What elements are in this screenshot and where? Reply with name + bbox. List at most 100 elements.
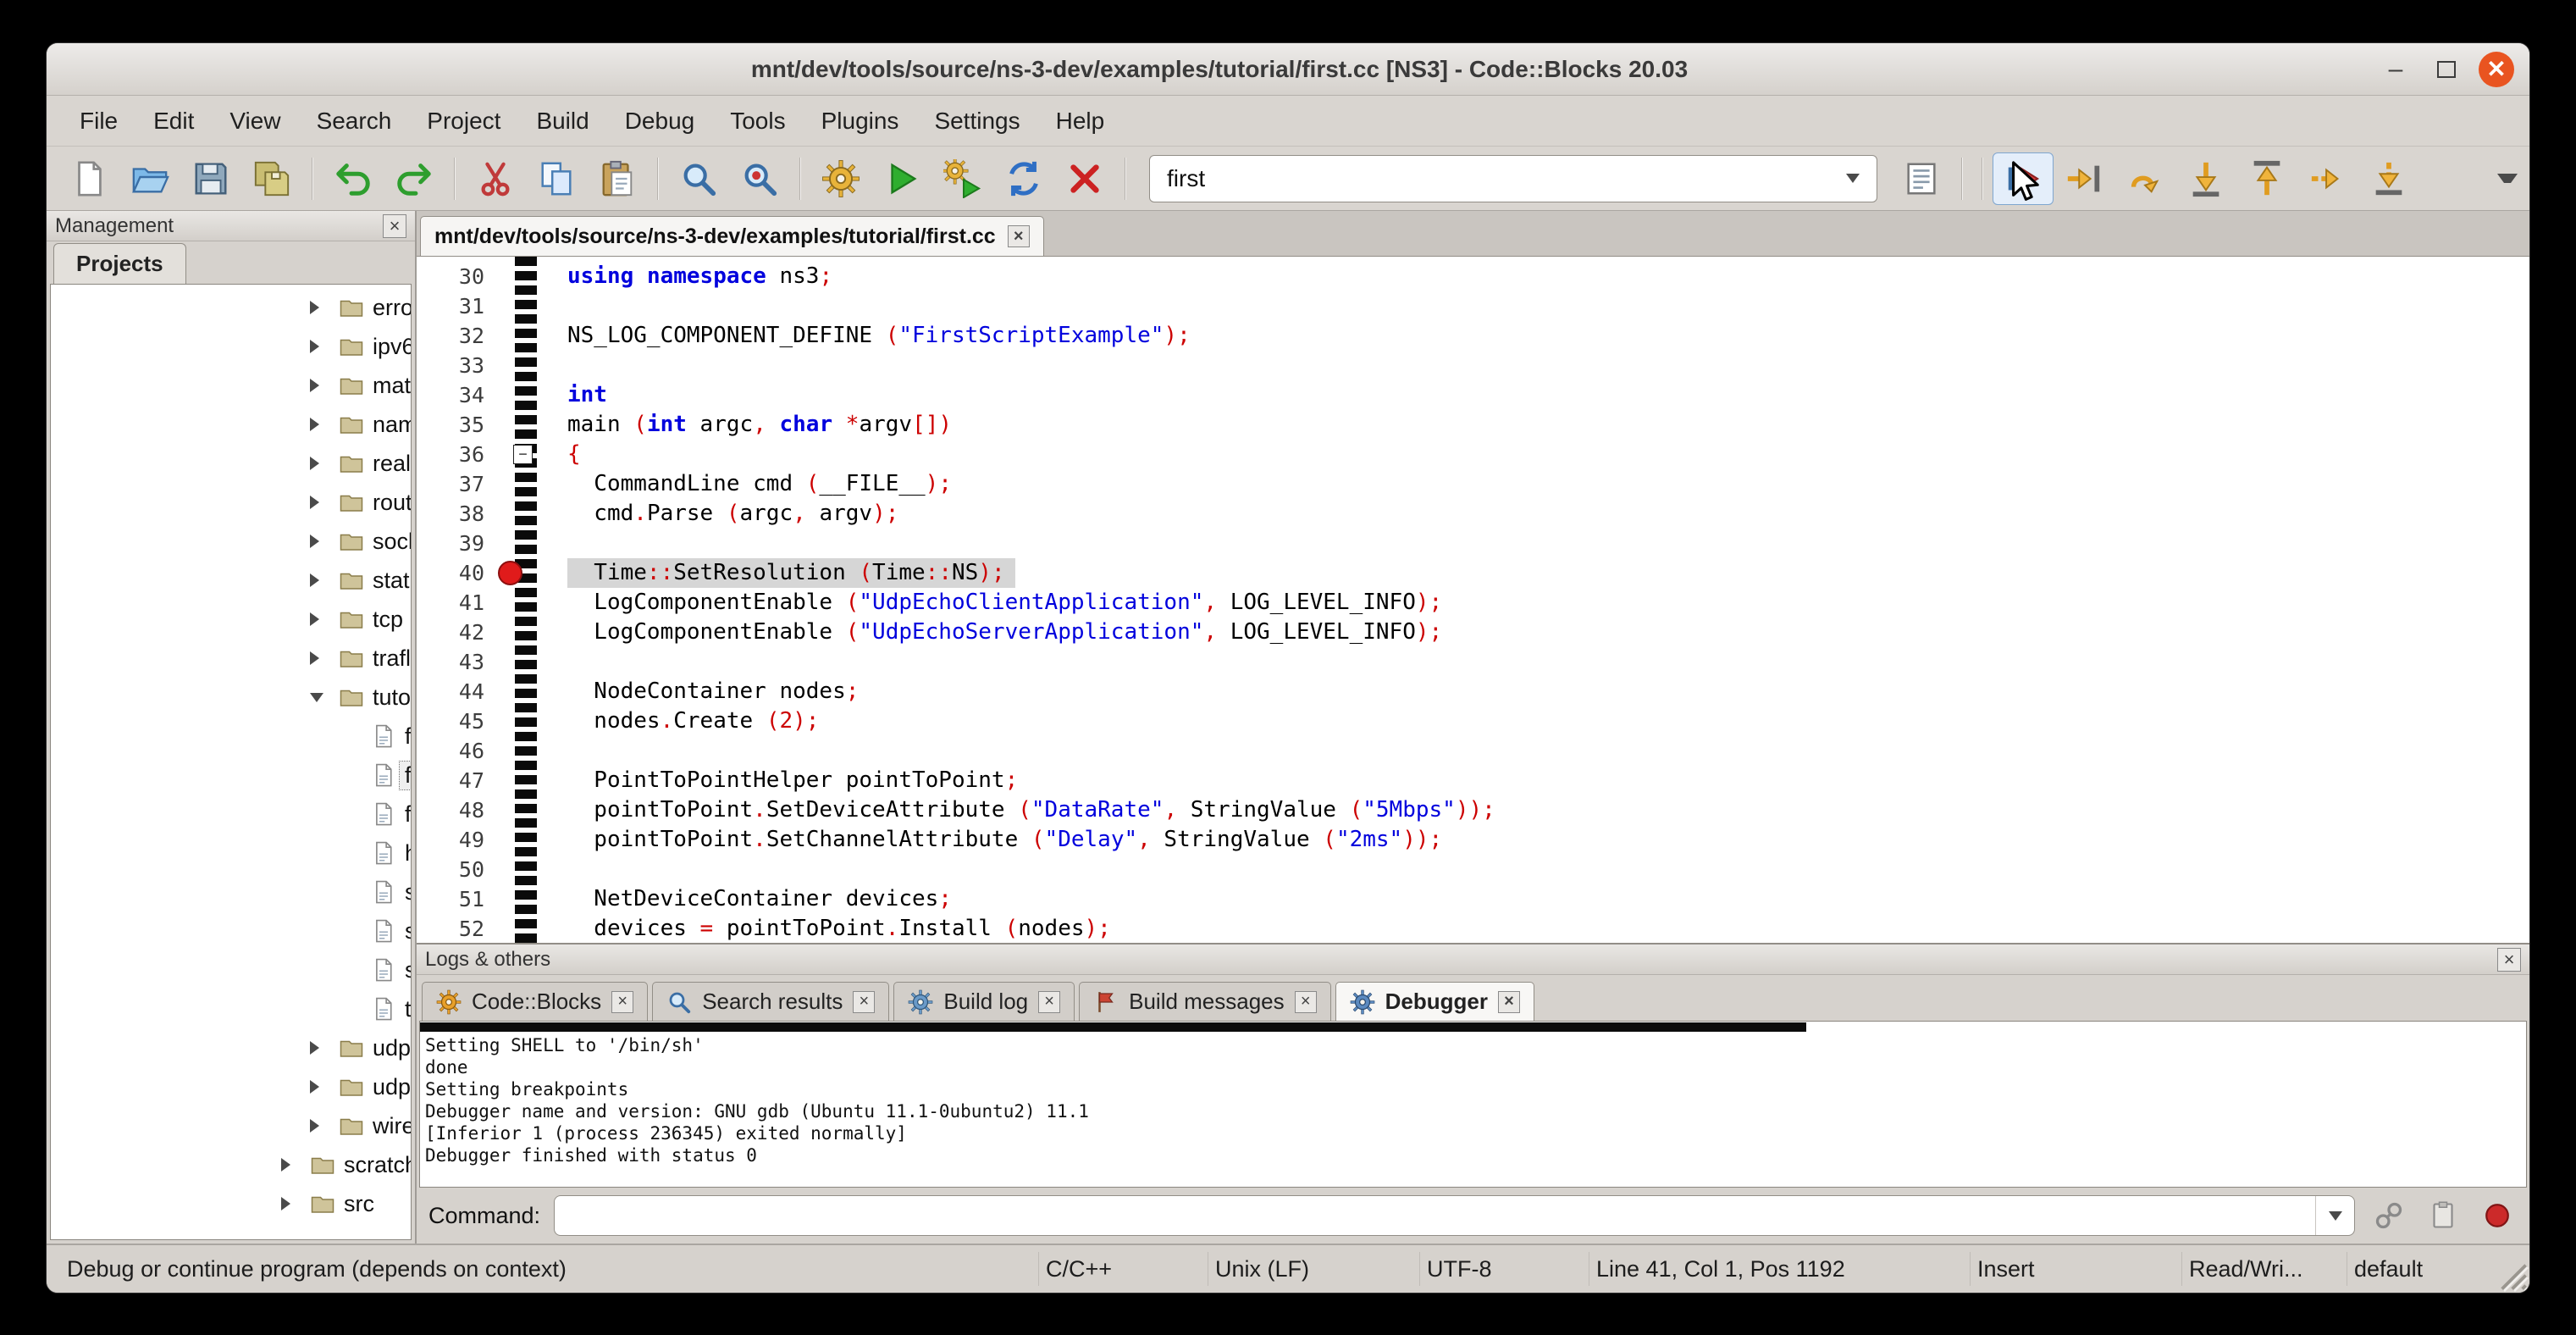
editor-tab[interactable]: mnt/dev/tools/source/ns-3-dev/examples/t… (420, 216, 1044, 256)
next-instruction-icon[interactable] (2297, 152, 2358, 205)
tree-item-nam[interactable]: nam (51, 405, 411, 444)
editor-tab-close-icon[interactable]: × (1008, 225, 1030, 247)
minimize-icon[interactable]: ‒ (2377, 51, 2414, 88)
menu-tools[interactable]: Tools (712, 96, 803, 146)
tree-item-fif[interactable]: fif (51, 717, 411, 756)
tree-chevron-icon[interactable] (281, 1158, 310, 1172)
tree-chevron-icon[interactable] (281, 1197, 310, 1210)
tree-item-tuto[interactable]: tuto (51, 678, 411, 717)
save-all-icon[interactable] (241, 152, 302, 205)
tree-chevron-icon[interactable] (310, 573, 339, 587)
tree-item-mat[interactable]: mat (51, 366, 411, 405)
clipboard-icon[interactable] (2423, 1195, 2463, 1236)
toolbar-overflow-chevron-icon[interactable] (2497, 174, 2518, 183)
replace-icon[interactable] (729, 152, 790, 205)
menu-project[interactable]: Project (409, 96, 518, 146)
build-and-run-icon[interactable] (932, 152, 993, 205)
log-tab-search-results[interactable]: Search results× (652, 982, 889, 1021)
code-editor[interactable]: 30using namespace ns3;3132NS_LOG_COMPONE… (417, 257, 2529, 943)
line-number[interactable]: 30 (417, 262, 506, 291)
line-number[interactable]: 34 (417, 380, 506, 410)
run-to-cursor-icon[interactable] (2054, 152, 2114, 205)
line-number[interactable]: 48 (417, 795, 506, 825)
tree-item-udp-[interactable]: udp- (51, 1067, 411, 1106)
copy-icon[interactable] (526, 152, 587, 205)
selected-log-row[interactable] (420, 1022, 1806, 1032)
tree-item-se[interactable]: se (51, 872, 411, 911)
open-file-icon[interactable] (119, 152, 180, 205)
log-tab-build-messages[interactable]: Build messages× (1079, 982, 1331, 1021)
menu-file[interactable]: File (62, 96, 135, 146)
compile-icon[interactable] (810, 152, 871, 205)
tree-chevron-icon[interactable] (310, 1041, 339, 1055)
tree-item-wire[interactable]: wire (51, 1106, 411, 1145)
tree-chevron-icon[interactable] (310, 418, 339, 431)
resize-grip[interactable] (2482, 1245, 2529, 1293)
tree-chevron-icon[interactable] (310, 612, 339, 626)
command-input[interactable] (554, 1195, 2355, 1236)
line-number[interactable]: 36 (417, 440, 506, 469)
run-icon[interactable] (871, 152, 932, 205)
menu-search[interactable]: Search (299, 96, 410, 146)
line-number[interactable]: 46 (417, 736, 506, 766)
logs-close-icon[interactable]: × (2497, 948, 2521, 972)
tree-item-se[interactable]: se (51, 911, 411, 950)
tree-item-src[interactable]: src (51, 1184, 411, 1223)
command-dropdown[interactable] (2315, 1196, 2354, 1235)
combo-chevron-down-icon[interactable] (1846, 174, 1860, 183)
tree-chevron-icon[interactable] (310, 340, 339, 353)
step-into-icon[interactable] (2175, 152, 2236, 205)
menu-plugins[interactable]: Plugins (804, 96, 917, 146)
line-number[interactable]: 50 (417, 855, 506, 884)
line-number[interactable]: 38 (417, 499, 506, 529)
line-number[interactable]: 40 (417, 558, 506, 588)
log-tab-close-icon[interactable]: × (1295, 991, 1317, 1013)
paste-icon[interactable] (587, 152, 648, 205)
tree-chevron-icon[interactable] (310, 1080, 339, 1094)
redo-icon[interactable] (384, 152, 445, 205)
tree-item-fir[interactable]: fir (51, 756, 411, 795)
line-number[interactable]: 37 (417, 469, 506, 499)
line-number[interactable]: 35 (417, 410, 506, 440)
line-number[interactable]: 47 (417, 766, 506, 795)
menu-view[interactable]: View (212, 96, 298, 146)
log-tab-code-blocks[interactable]: Code::Blocks× (422, 982, 648, 1021)
tree-item-udp[interactable]: udp (51, 1028, 411, 1067)
tree-chevron-icon[interactable] (310, 535, 339, 548)
step-out-icon[interactable] (2236, 152, 2297, 205)
tree-chevron-icon[interactable] (310, 496, 339, 509)
stop-record-icon[interactable] (2477, 1195, 2518, 1236)
tree-item-fo[interactable]: fo (51, 795, 411, 834)
next-line-icon[interactable] (2114, 152, 2175, 205)
link-icon[interactable] (2369, 1195, 2409, 1236)
line-number[interactable]: 31 (417, 291, 506, 321)
management-close-icon[interactable]: × (383, 214, 406, 238)
tree-chevron-icon[interactable] (310, 379, 339, 392)
fold-marker-icon[interactable]: − (513, 445, 533, 464)
debug-windows-icon[interactable] (1891, 152, 1952, 205)
tree-chevron-icon[interactable] (310, 651, 339, 665)
line-number[interactable]: 33 (417, 351, 506, 380)
tree-item-trafl[interactable]: trafl (51, 639, 411, 678)
find-icon[interactable] (668, 152, 729, 205)
line-number[interactable]: 39 (417, 529, 506, 558)
cut-icon[interactable] (465, 152, 526, 205)
line-number[interactable]: 44 (417, 677, 506, 706)
new-file-icon[interactable] (58, 152, 119, 205)
tree-item-ipv6[interactable]: ipv6 (51, 327, 411, 366)
tree-item-scratch[interactable]: scratch (51, 1145, 411, 1184)
tree-item-stat[interactable]: stat (51, 561, 411, 600)
breakpoint-marker[interactable] (498, 561, 522, 585)
tree-item-tcp[interactable]: tcp (51, 600, 411, 639)
menu-settings[interactable]: Settings (916, 96, 1037, 146)
line-number[interactable]: 41 (417, 588, 506, 618)
line-number[interactable]: 52 (417, 914, 506, 943)
menu-help[interactable]: Help (1038, 96, 1123, 146)
line-number[interactable]: 51 (417, 884, 506, 914)
tree-chevron-icon[interactable] (310, 1119, 339, 1133)
rebuild-icon[interactable] (993, 152, 1054, 205)
debugger-log[interactable]: Setting SHELL to '/bin/sh'doneSetting br… (419, 1021, 2527, 1188)
menu-build[interactable]: Build (518, 96, 606, 146)
line-number[interactable]: 43 (417, 647, 506, 677)
tree-item-rout[interactable]: rout (51, 483, 411, 522)
